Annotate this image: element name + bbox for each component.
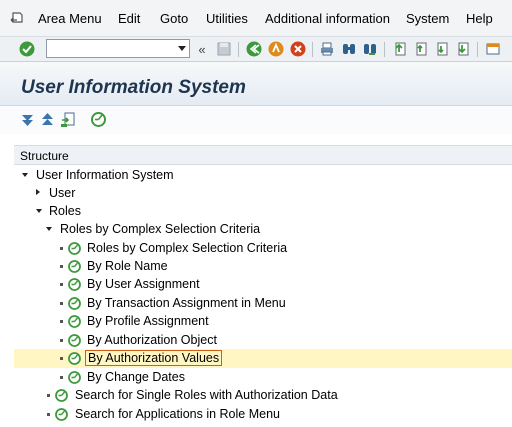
expanded-arrow-icon[interactable] [36, 209, 42, 213]
execute-icon [55, 389, 68, 402]
sap-menu-icon[interactable] [8, 7, 28, 27]
execute-icon [68, 315, 81, 328]
tree-node-roles-complex-folder[interactable]: Roles by Complex Selection Criteria [14, 220, 512, 239]
tree-node-label: Roles by Complex Selection Criteria [87, 241, 288, 255]
leaf-bullet-icon [60, 283, 63, 286]
menu-area-menu[interactable]: Area Menu [38, 11, 102, 26]
find-icon[interactable] [340, 40, 358, 58]
execute-icon [68, 278, 81, 291]
tree-node-user[interactable]: User [14, 184, 512, 203]
collapse-icon[interactable]: « [196, 40, 208, 58]
execute-icon [68, 371, 81, 384]
tree-node-label: Search for Single Roles with Authorizati… [75, 388, 338, 402]
tree-node-label: By Authorization Object [87, 333, 217, 347]
tree-leaf-by-change-dates[interactable]: By Change Dates [14, 368, 512, 387]
execute-icon[interactable] [90, 111, 107, 128]
menu-goto[interactable]: Goto [160, 11, 188, 26]
tree-leaf-by-user-assignment[interactable]: By User Assignment [14, 275, 512, 294]
tree-node-root[interactable]: User Information System [14, 166, 512, 185]
leaf-bullet-icon [60, 265, 63, 268]
tree-leaf-by-profile-assignment[interactable]: By Profile Assignment [14, 312, 512, 331]
tree-panel: User Information System User Roles Roles… [14, 165, 512, 427]
menu-system[interactable]: System [406, 11, 449, 26]
execute-icon [68, 260, 81, 273]
execute-icon [68, 334, 81, 347]
create-session-icon[interactable] [484, 40, 502, 58]
toolbar-separator [384, 42, 385, 57]
leaf-bullet-icon [60, 247, 63, 250]
leaf-bullet-icon [60, 320, 63, 323]
standard-toolbar: « [0, 36, 512, 62]
tree-leaf-by-transaction-assignment[interactable]: By Transaction Assignment in Menu [14, 294, 512, 313]
command-field[interactable] [46, 39, 190, 58]
page-title: User Information System [21, 77, 246, 98]
tree-node-label: Search for Applications in Role Menu [75, 407, 280, 421]
cancel-icon[interactable] [289, 40, 307, 58]
chevron-down-icon[interactable] [178, 46, 186, 51]
last-page-icon[interactable] [453, 40, 471, 58]
tree-leaf-search-applications[interactable]: Search for Applications in Role Menu [14, 405, 512, 424]
leaf-bullet-icon [47, 413, 50, 416]
tree-node-label: Roles by Complex Selection Criteria [60, 222, 261, 236]
execute-icon [68, 297, 81, 310]
tree-leaf-by-role-name[interactable]: By Role Name [14, 257, 512, 276]
collapsed-arrow-icon[interactable] [36, 189, 40, 195]
leaf-bullet-icon [60, 302, 63, 305]
tree-node-label: User Information System [36, 168, 174, 182]
execute-icon [68, 352, 81, 365]
first-page-icon[interactable] [390, 40, 408, 58]
save-icon[interactable] [215, 40, 233, 58]
exit-icon[interactable] [267, 40, 285, 58]
menu-help[interactable]: Help [466, 11, 493, 26]
tree-header-label: Structure [20, 149, 69, 163]
expanded-arrow-icon[interactable] [22, 173, 28, 177]
toolbar-separator [238, 42, 239, 57]
collapse-all-icon[interactable] [40, 112, 55, 127]
tree-leaf-by-authorization-object[interactable]: By Authorization Object [14, 331, 512, 350]
tree-node-label: By Authorization Values [85, 350, 223, 366]
tree-node-label: Roles [49, 204, 81, 218]
tree-leaf-roles-complex[interactable]: Roles by Complex Selection Criteria [14, 239, 512, 258]
tree-node-label: By User Assignment [87, 277, 200, 291]
enter-check-icon[interactable] [18, 40, 36, 58]
menu-utilities[interactable]: Utilities [206, 11, 248, 26]
title-bar: User Information System [0, 62, 512, 106]
print-icon[interactable] [318, 40, 336, 58]
leaf-bullet-icon [60, 339, 63, 342]
expand-all-icon[interactable] [20, 112, 35, 127]
back-icon[interactable] [245, 40, 263, 58]
previous-page-icon[interactable] [411, 40, 429, 58]
menu-additional-information[interactable]: Additional information [265, 11, 390, 26]
execute-icon [55, 408, 68, 421]
tree-node-label: User [49, 186, 76, 200]
tree-node-label: By Role Name [87, 259, 168, 273]
tree-node-label: By Profile Assignment [87, 314, 209, 328]
leaf-bullet-icon [60, 376, 63, 379]
menu-edit[interactable]: Edit [118, 11, 140, 26]
toolbar-separator [312, 42, 313, 57]
tree-leaf-by-authorization-values[interactable]: By Authorization Values [14, 349, 512, 368]
expanded-arrow-icon[interactable] [46, 227, 52, 231]
execute-icon [68, 242, 81, 255]
tree-node-label: By Change Dates [87, 370, 185, 384]
menu-bar: Area Menu Edit Goto Utilities Additional… [0, 0, 512, 36]
toolbar-separator [477, 42, 478, 57]
tree-node-roles[interactable]: Roles [14, 202, 512, 221]
application-toolbar [0, 106, 512, 134]
add-favorite-icon[interactable] [60, 111, 76, 128]
leaf-bullet-icon [60, 357, 63, 360]
next-page-icon[interactable] [432, 40, 450, 58]
leaf-bullet-icon [47, 394, 50, 397]
tree-header: Structure [14, 145, 512, 165]
tree-leaf-search-single-roles[interactable]: Search for Single Roles with Authorizati… [14, 386, 512, 405]
tree-node-label: By Transaction Assignment in Menu [87, 296, 286, 310]
find-next-icon[interactable] [361, 40, 379, 58]
